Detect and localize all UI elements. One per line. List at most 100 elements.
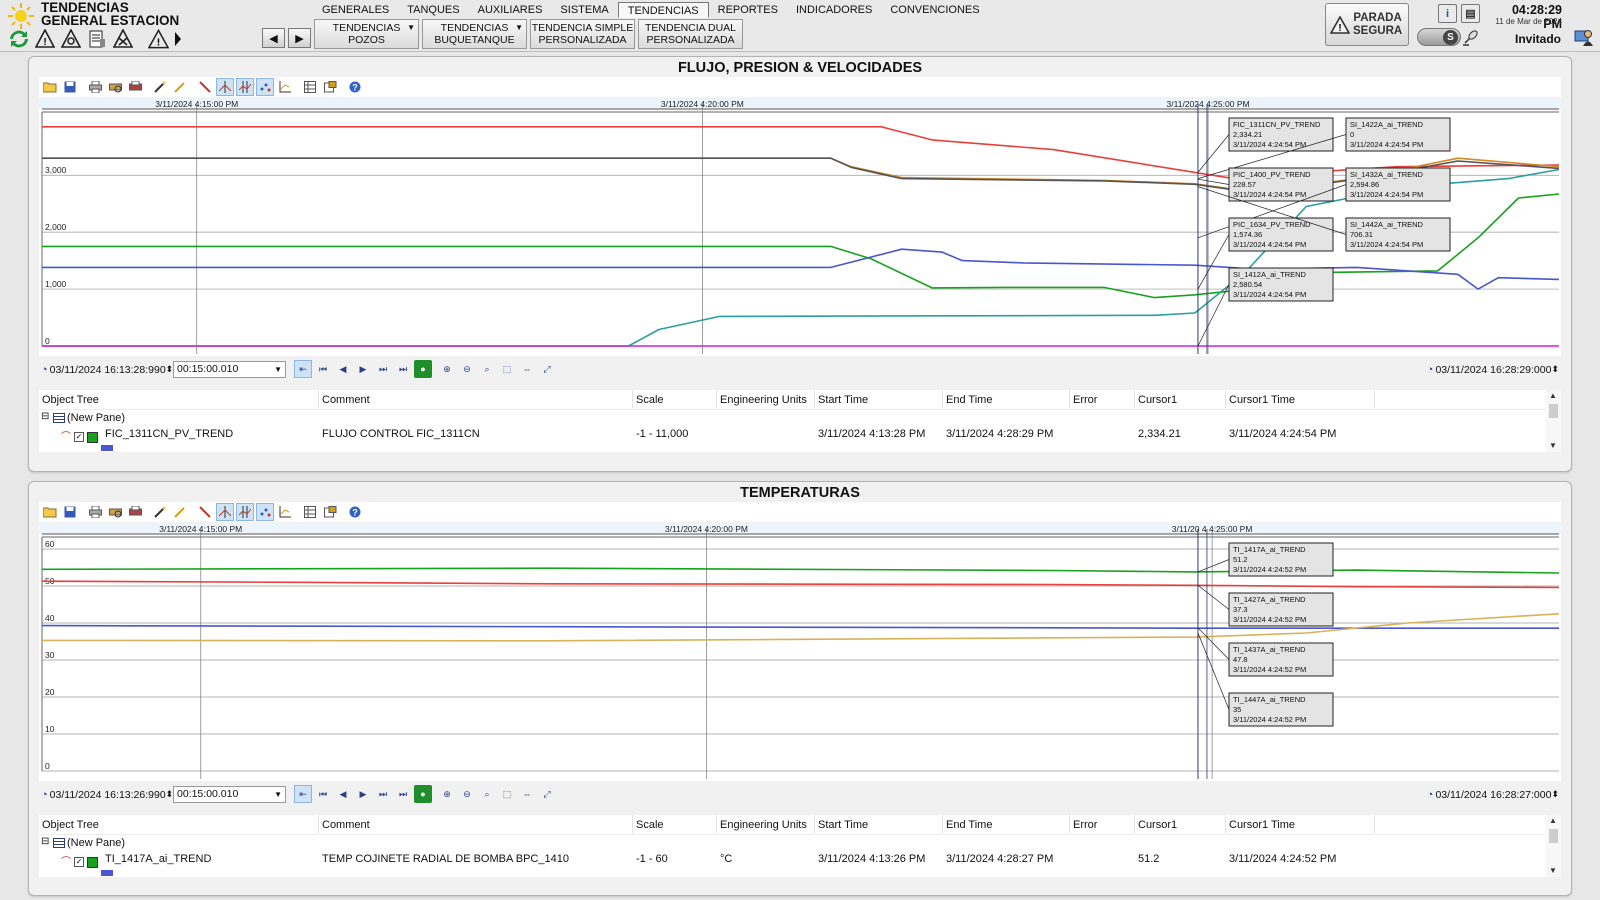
ruler-icon[interactable] (196, 503, 214, 521)
parada-segura-button[interactable]: ! PARADA SEGURA (1325, 3, 1409, 46)
print-icon[interactable] (86, 78, 104, 96)
cursor-icon[interactable] (216, 78, 234, 96)
scroll-thumb[interactable] (1549, 404, 1558, 418)
column-header-engineering-units[interactable]: Engineering Units (720, 819, 807, 831)
open-folder-icon[interactable] (41, 78, 59, 96)
refresh-icon[interactable] (8, 28, 29, 49)
autoscale-icon[interactable]: ⤢ (538, 360, 556, 378)
help-icon[interactable]: ? (346, 503, 364, 521)
trend-chart-svg[interactable]: 01020304050603/11/2024 4:15:00 PM 3/11/20… (39, 523, 1561, 781)
scroll-down-icon[interactable]: ▼ (1549, 441, 1557, 450)
scroll-thumb[interactable] (1549, 829, 1558, 843)
zoom-in-icon[interactable]: ⊕ (438, 360, 456, 378)
fast-forward-icon[interactable]: ⏭ (374, 360, 392, 378)
document-icon[interactable]: ▤ (1461, 4, 1480, 23)
multi-cursor-icon[interactable] (236, 503, 254, 521)
user-icon[interactable] (1574, 27, 1594, 47)
mode-toggle[interactable]: S (1417, 28, 1461, 46)
scatter-icon[interactable] (256, 503, 274, 521)
end-time-field[interactable]: ◔ 03/11/2024 16:28:27:000 ⬍ (1427, 786, 1559, 803)
end-time-field[interactable]: ◔ 03/11/2024 16:28:29:000 ⬍ (1427, 361, 1559, 378)
start-time-field[interactable]: ◔ 03/11/2024 16:13:26:990 ⬍ (41, 786, 173, 803)
column-header-cursor1[interactable]: Cursor1 (1138, 394, 1177, 406)
collapse-icon[interactable]: ⊟ (41, 836, 49, 847)
ruler-icon[interactable] (196, 78, 214, 96)
duration-select[interactable]: 00:15:00.010 ▼ (173, 361, 286, 378)
pen-icon[interactable] (151, 503, 169, 521)
last-page-icon[interactable]: ⏭ (394, 360, 412, 378)
zoom-reset-icon[interactable]: ⌕ (478, 785, 496, 803)
info-icon[interactable]: i (1438, 4, 1457, 23)
marker-icon[interactable] (171, 503, 189, 521)
print-icon[interactable] (86, 503, 104, 521)
column-header-comment[interactable]: Comment (322, 819, 370, 831)
fast-forward-icon[interactable]: ⏭ (374, 785, 392, 803)
first-page-icon[interactable]: ⏮ (314, 785, 332, 803)
collapse-icon[interactable]: ⊟ (41, 411, 49, 422)
forward-arrow-button[interactable]: ▶ (288, 28, 311, 48)
trend-chart-svg[interactable]: 0 1,000 2,000 3,000 3/11/2024 4:15:00 PM 3/11… (39, 98, 1561, 356)
zoom-in-icon[interactable]: ⊕ (438, 785, 456, 803)
step-back-icon[interactable]: ◀ (334, 785, 352, 803)
column-header-cursor1-time[interactable]: Cursor1 Time (1229, 819, 1295, 831)
submenu-button-3[interactable]: TENDENCIA SIMPLE PERSONALIZADA (530, 19, 635, 49)
pan-icon[interactable]: ⇔ (518, 785, 536, 803)
warning-icon[interactable]: ! (148, 28, 169, 49)
column-header-scale[interactable]: Scale (636, 394, 664, 406)
multi-cursor-icon[interactable] (236, 78, 254, 96)
live-play-icon[interactable]: ● (414, 785, 432, 803)
table-scrollbar[interactable]: ▲ ▼ (1546, 815, 1561, 877)
print-preview-icon[interactable] (106, 503, 124, 521)
scroll-up-icon[interactable]: ▲ (1549, 391, 1557, 400)
help-icon[interactable]: ? (346, 78, 364, 96)
table-icon[interactable] (301, 78, 319, 96)
pen-icon[interactable] (151, 78, 169, 96)
column-header-error[interactable]: Error (1073, 819, 1097, 831)
export-icon[interactable] (126, 78, 144, 96)
column-header-comment[interactable]: Comment (322, 394, 370, 406)
column-header-engineering-units[interactable]: Engineering Units (720, 394, 807, 406)
axis-icon[interactable] (276, 78, 294, 96)
expand-arrow-icon[interactable] (174, 28, 182, 49)
save-icon[interactable] (61, 503, 79, 521)
column-header-start-time[interactable]: Start Time (818, 394, 868, 406)
column-header-end-time[interactable]: End Time (946, 394, 992, 406)
no-entry-icon[interactable] (112, 28, 133, 49)
print-preview-icon[interactable] (106, 78, 124, 96)
scroll-up-icon[interactable]: ▲ (1549, 816, 1557, 825)
satellite-icon[interactable] (1462, 28, 1480, 46)
scatter-icon[interactable] (256, 78, 274, 96)
menu-item-sistema[interactable]: SISTEMA (551, 2, 617, 18)
menu-item-reportes[interactable]: REPORTES (709, 2, 787, 18)
menu-item-indicadores[interactable]: INDICADORES (787, 2, 881, 18)
menu-item-generales[interactable]: GENERALES (313, 2, 398, 18)
last-page-icon[interactable]: ⏭ (394, 785, 412, 803)
menu-item-tendencias[interactable]: TENDENCIAS (617, 2, 709, 18)
step-back-icon[interactable]: ◀ (334, 360, 352, 378)
menu-item-auxiliares[interactable]: AUXILIARES (469, 2, 552, 18)
table-row[interactable]: ⌒ ✓ TI_1417A_ai_TREND TEMP COJINETE RADIA… (39, 852, 1546, 868)
hazard-icon[interactable] (60, 28, 81, 49)
duration-select[interactable]: 00:15:00.010 ▼ (173, 786, 286, 803)
pan-icon[interactable]: ⇔ (518, 360, 536, 378)
column-header-object-tree[interactable]: Object Tree (42, 819, 99, 831)
menu-item-tanques[interactable]: TANQUES (398, 2, 468, 18)
color-swatch[interactable] (87, 431, 99, 443)
column-header-error[interactable]: Error (1073, 394, 1097, 406)
step-forward-icon[interactable]: ▶ (354, 360, 372, 378)
menu-item-convenciones[interactable]: CONVENCIONES (881, 2, 988, 18)
start-time-field[interactable]: ◔ 03/11/2024 16:13:28:990 ⬍ (41, 361, 173, 378)
live-play-icon[interactable]: ● (414, 360, 432, 378)
column-header-end-time[interactable]: End Time (946, 819, 992, 831)
open-folder-icon[interactable] (41, 503, 59, 521)
zoom-box-icon[interactable]: ⬚ (498, 360, 516, 378)
axis-icon[interactable] (276, 503, 294, 521)
scroll-down-icon[interactable]: ▼ (1549, 866, 1557, 875)
cursor-icon[interactable] (216, 503, 234, 521)
zoom-box-icon[interactable]: ⬚ (498, 785, 516, 803)
save-icon[interactable] (61, 78, 79, 96)
trend-chart[interactable]: 0 1,000 2,000 3,000 3/11/2024 4:15:00 PM 3/11… (39, 98, 1561, 356)
zoom-reset-icon[interactable]: ⌕ (478, 360, 496, 378)
column-header-start-time[interactable]: Start Time (818, 819, 868, 831)
visible-checkbox[interactable]: ✓ (74, 432, 85, 443)
